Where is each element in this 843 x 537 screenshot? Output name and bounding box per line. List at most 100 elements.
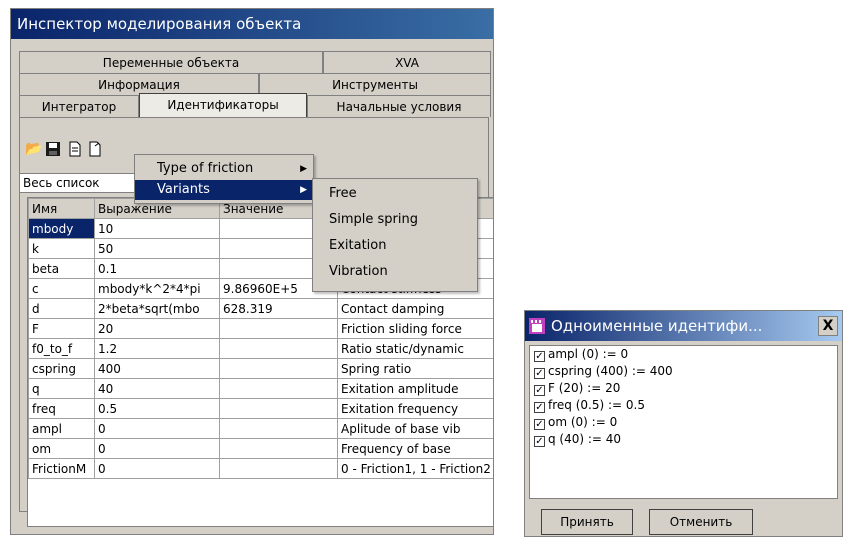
accept-button[interactable]: Принять (541, 509, 633, 535)
checklist-item[interactable]: ✓ ampl (0) := 0 (530, 346, 837, 363)
checkbox-icon[interactable]: ✓ (534, 419, 545, 430)
checklist-item[interactable]: ✓ F (20) := 20 (530, 380, 837, 397)
cell-value[interactable] (219, 438, 338, 459)
cell-value[interactable] (219, 318, 338, 339)
context-menu: Type of friction ▶ Variants ▶ (134, 154, 314, 204)
table-row[interactable]: ampl 0 Aplitude of base vib (28, 418, 493, 439)
cell-value[interactable] (219, 458, 338, 479)
menu-item-label: Variants (157, 182, 210, 197)
cell-expression[interactable]: 0.1 (94, 258, 220, 279)
save-icon[interactable] (45, 141, 61, 157)
cell-name[interactable]: c (28, 278, 95, 299)
cell-name[interactable]: ampl (28, 418, 95, 439)
cell-name[interactable]: q (28, 378, 95, 399)
cell-value[interactable]: 628.319 (219, 298, 338, 319)
menu-item-variants[interactable]: Variants ▶ (135, 180, 313, 200)
cell-description[interactable]: Exitation amplitude (337, 378, 493, 399)
table-row[interactable]: cspring 400 Spring ratio (28, 358, 493, 379)
table-row[interactable]: FrictionM 0 0 - Friction1, 1 - Friction2 (28, 458, 493, 479)
export-icon[interactable] (87, 141, 103, 157)
checkbox-icon[interactable]: ✓ (534, 351, 545, 362)
cell-description[interactable]: Friction sliding force (337, 318, 493, 339)
cell-name[interactable]: FrictionM (28, 458, 95, 479)
cell-name[interactable]: F (28, 318, 95, 339)
tab-xva[interactable]: XVA (323, 51, 491, 73)
submenu-item-simple-spring[interactable]: Simple spring (313, 210, 477, 230)
table-row[interactable]: f0_to_f 1.2 Ratio static/dynamic (28, 338, 493, 359)
cell-name[interactable]: mbody (28, 218, 95, 239)
cell-description[interactable]: 0 - Friction1, 1 - Friction2 (337, 458, 493, 479)
cell-name[interactable]: om (28, 438, 95, 459)
checklist-item-label: q (40) := 40 (548, 432, 622, 446)
list-filter-combo[interactable]: Весь список (19, 173, 139, 193)
tab-tools[interactable]: Инструменты (259, 73, 491, 95)
cell-value[interactable] (219, 378, 338, 399)
cell-expression[interactable]: 0 (94, 418, 220, 439)
cell-description[interactable]: Aplitude of base vib (337, 418, 493, 439)
checklist-item[interactable]: ✓ om (0) := 0 (530, 414, 837, 431)
cell-expression[interactable]: 10 (94, 218, 220, 239)
column-header-name[interactable]: Имя (28, 198, 95, 219)
cell-name[interactable]: beta (28, 258, 95, 279)
table-row[interactable]: F 20 Friction sliding force (28, 318, 493, 339)
cancel-button[interactable]: Отменить (649, 509, 753, 535)
duplicate-identifiers-dialog: Одноименные идентифи... X ✓ ampl (0) := 0… (524, 310, 843, 537)
table-row[interactable]: om 0 Frequency of base (28, 438, 493, 459)
cell-value[interactable] (219, 418, 338, 439)
cell-value[interactable] (219, 358, 338, 379)
cell-description[interactable]: Contact damping (337, 298, 493, 319)
cell-expression[interactable]: 20 (94, 318, 220, 339)
cell-name[interactable]: freq (28, 398, 95, 419)
cell-value[interactable] (219, 398, 338, 419)
menu-item-label: Type of friction (157, 161, 254, 176)
checklist-item-label: ampl (0) := 0 (548, 347, 629, 361)
checkbox-icon[interactable]: ✓ (534, 368, 545, 379)
variants-submenu: Free Simple spring Exitation Vibration (312, 178, 478, 292)
table-row[interactable]: freq 0.5 Exitation frequency (28, 398, 493, 419)
cell-expression[interactable]: 0 (94, 438, 220, 459)
cell-name[interactable]: d (28, 298, 95, 319)
checkbox-icon[interactable]: ✓ (534, 436, 545, 447)
cell-name[interactable]: f0_to_f (28, 338, 95, 359)
checklist-item-label: freq (0.5) := 0.5 (548, 398, 645, 412)
cell-description[interactable]: Exitation frequency (337, 398, 493, 419)
cell-expression[interactable]: 0 (94, 458, 220, 479)
checkbox-icon[interactable]: ✓ (534, 385, 545, 396)
cell-expression[interactable]: 50 (94, 238, 220, 259)
cell-name[interactable]: cspring (28, 358, 95, 379)
checklist-item-label: F (20) := 20 (548, 381, 621, 395)
menu-item-type-of-friction[interactable]: Type of friction ▶ (135, 159, 313, 179)
table-row[interactable]: d 2*beta*sqrt(mbo 628.319 Contact damping (28, 298, 493, 319)
cell-expression[interactable]: 400 (94, 358, 220, 379)
checklist-item[interactable]: ✓ freq (0.5) := 0.5 (530, 397, 837, 414)
cell-expression[interactable]: 2*beta*sqrt(mbo (94, 298, 220, 319)
tab-initial-conditions[interactable]: Начальные условия (307, 95, 491, 117)
table-row[interactable]: q 40 Exitation amplitude (28, 378, 493, 399)
cell-description[interactable]: Spring ratio (337, 358, 493, 379)
tab-object-variables[interactable]: Переменные объекта (19, 51, 323, 73)
submenu-item-vibration[interactable]: Vibration (313, 262, 477, 282)
submenu-arrow-icon: ▶ (300, 185, 307, 195)
tab-integrator[interactable]: Интегратор (19, 95, 139, 117)
cell-expression[interactable]: mbody*k^2*4*pi (94, 278, 220, 299)
checkbox-icon[interactable]: ✓ (534, 402, 545, 413)
open-folder-icon[interactable]: 📂 (25, 141, 42, 157)
submenu-arrow-icon: ▶ (300, 164, 307, 174)
app-icon (529, 318, 545, 334)
cell-value[interactable] (219, 338, 338, 359)
tab-identifiers[interactable]: Идентификаторы (139, 93, 307, 117)
submenu-item-exitation[interactable]: Exitation (313, 236, 477, 256)
document-icon[interactable] (67, 141, 83, 157)
tab-information[interactable]: Информация (19, 73, 259, 95)
checklist-item[interactable]: ✓ cspring (400) := 400 (530, 363, 837, 380)
cell-expression[interactable]: 40 (94, 378, 220, 399)
cell-expression[interactable]: 0.5 (94, 398, 220, 419)
cell-description[interactable]: Ratio static/dynamic (337, 338, 493, 359)
checklist-item[interactable]: ✓ q (40) := 40 (530, 431, 837, 448)
checklist-item-label: om (0) := 0 (548, 415, 618, 429)
cell-description[interactable]: Frequency of base (337, 438, 493, 459)
cell-name[interactable]: k (28, 238, 95, 259)
cell-expression[interactable]: 1.2 (94, 338, 220, 359)
submenu-item-free[interactable]: Free (313, 184, 477, 204)
close-button[interactable]: X (818, 316, 838, 336)
